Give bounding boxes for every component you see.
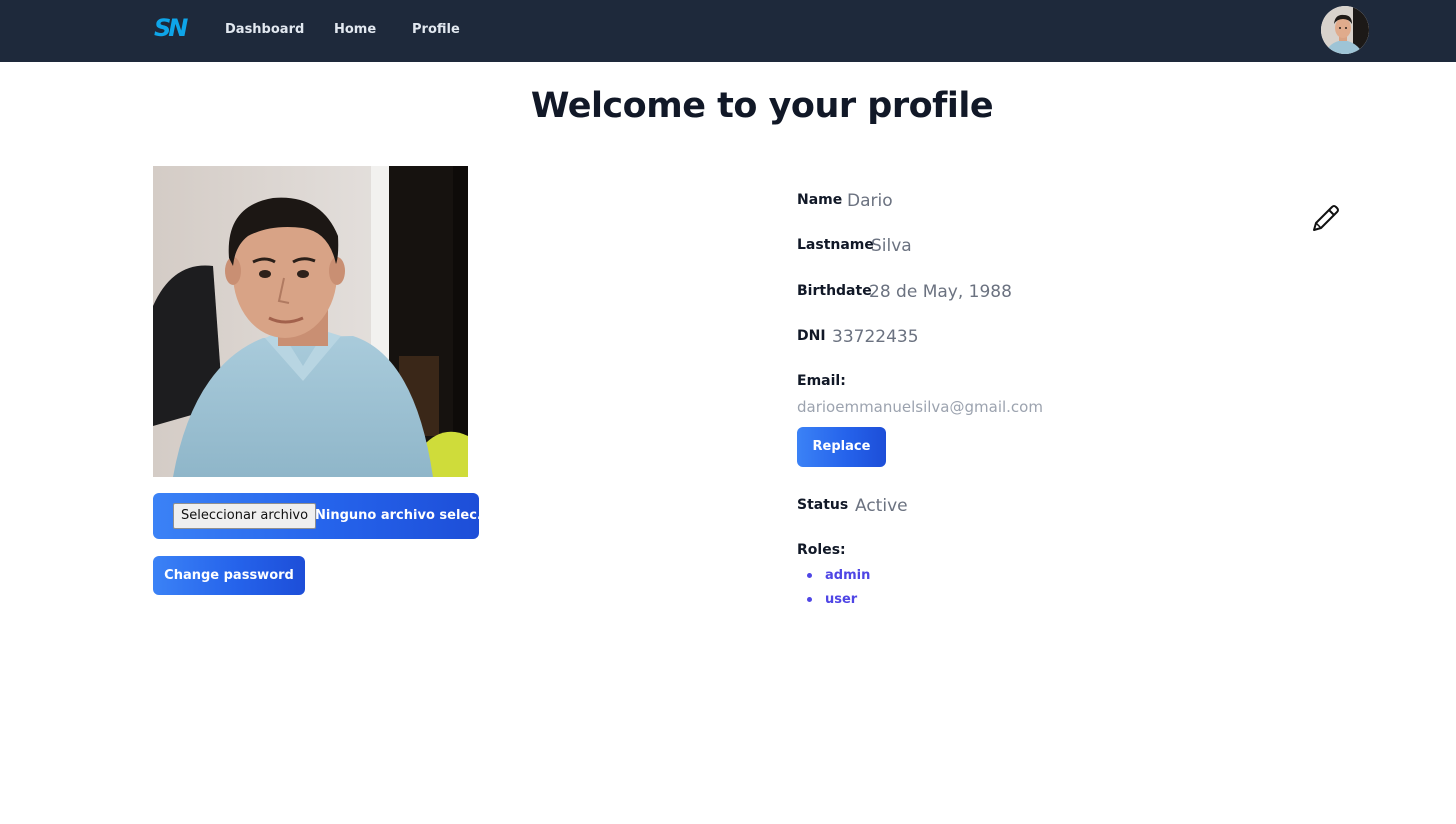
profile-photo-image — [153, 166, 468, 477]
roles-label: Roles: — [797, 542, 846, 558]
replace-email-button[interactable]: Replace — [797, 427, 886, 467]
avatar-image — [1321, 6, 1369, 54]
file-upload-input[interactable]: Seleccionar archivo Ninguno archivo sele… — [153, 493, 482, 539]
name-value: Dario — [847, 191, 893, 211]
profile-photo — [153, 166, 468, 477]
birthdate-label: Birthdate — [797, 283, 872, 299]
nav-link-dashboard[interactable]: Dashboard — [225, 22, 304, 37]
nav-link-home[interactable]: Home — [334, 22, 376, 37]
bullet-icon — [807, 573, 812, 578]
file-status-text: Ninguno archivo selec. — [315, 508, 482, 523]
role-user: user — [825, 592, 858, 607]
email-label: Email: — [797, 373, 846, 389]
role-item: user — [807, 590, 870, 614]
choose-file-button[interactable]: Seleccionar archivo — [173, 503, 317, 529]
email-value: darioemmanuelsilva@gmail.com — [797, 398, 1043, 416]
role-admin: admin — [825, 568, 871, 583]
roles-list: admin user — [807, 566, 870, 614]
avatar[interactable] — [1321, 6, 1369, 54]
nav-link-profile[interactable]: Profile — [412, 22, 460, 37]
bullet-icon — [807, 597, 812, 602]
top-navbar: SN Dashboard Home Profile — [0, 0, 1456, 62]
logo[interactable]: SN — [154, 14, 188, 42]
status-value: Active — [855, 496, 908, 516]
page-title: Welcome to your profile — [530, 86, 994, 126]
status-label: Status — [797, 497, 849, 513]
role-item: admin — [807, 566, 870, 590]
change-password-button[interactable]: Change password — [153, 556, 305, 595]
birthdate-value: 28 de May, 1988 — [869, 282, 1012, 302]
dni-value: 33722435 — [832, 327, 919, 347]
lastname-value: Silva — [871, 236, 912, 256]
name-label: Name — [797, 192, 843, 208]
pencil-icon[interactable] — [1310, 202, 1342, 234]
lastname-label: Lastname — [797, 237, 874, 253]
dni-label: DNI — [797, 328, 826, 344]
